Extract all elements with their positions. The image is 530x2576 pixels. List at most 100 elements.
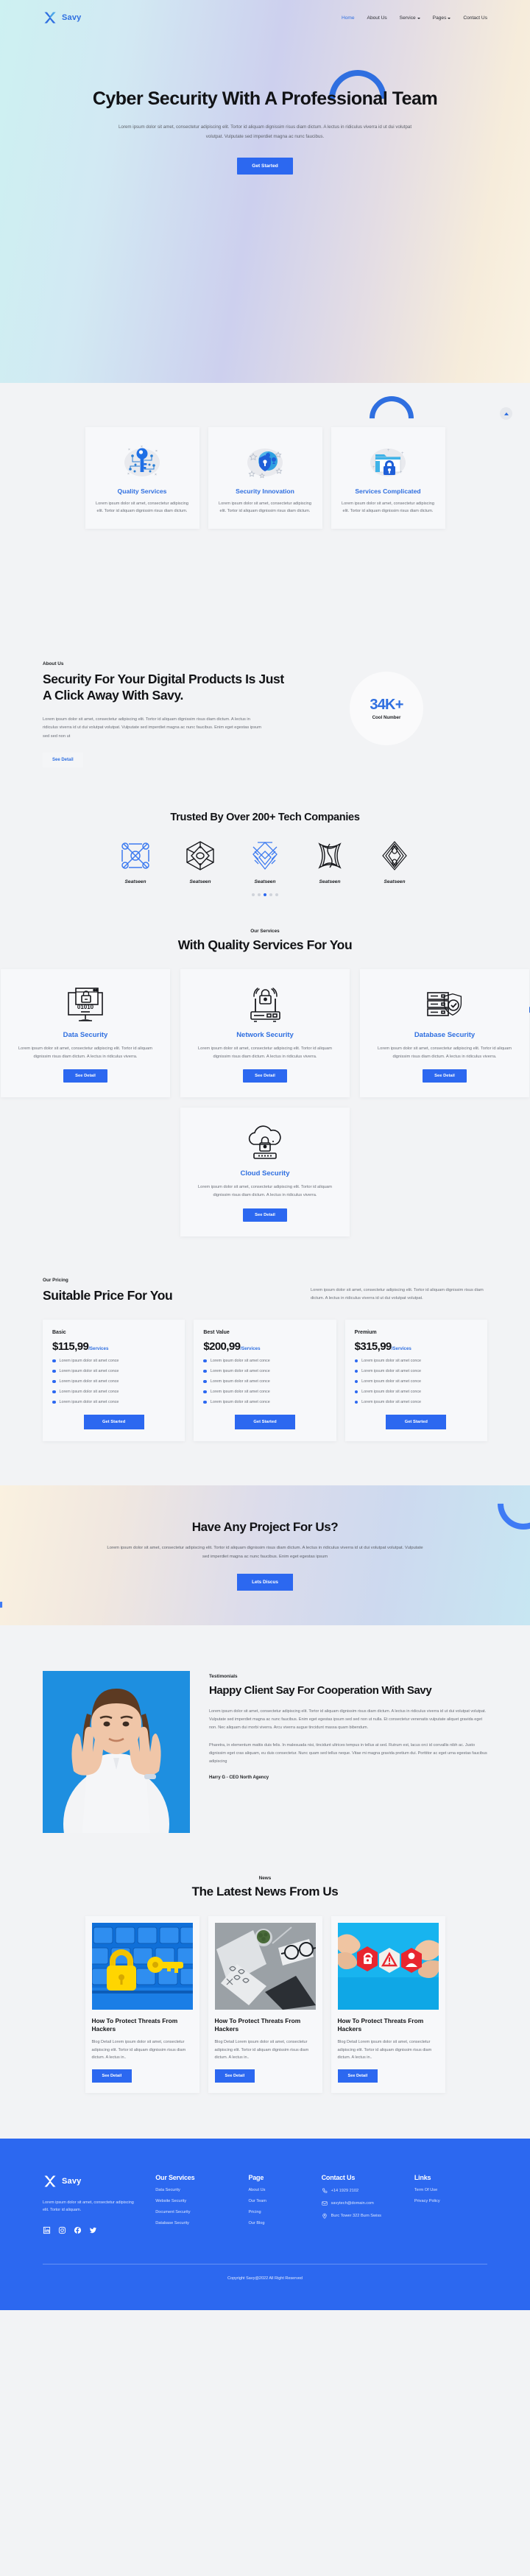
- bullet-icon: [52, 1400, 56, 1404]
- linkedin-icon[interactable]: [43, 2226, 51, 2234]
- instagram-icon[interactable]: [58, 2226, 66, 2234]
- news-see-detail-button[interactable]: See Detail: [91, 2069, 132, 2083]
- brand-logo-item: Seatseen: [113, 840, 158, 884]
- services-title: With Quality Services For You: [177, 937, 353, 952]
- brand-logo[interactable]: Savy: [43, 10, 82, 25]
- news-card-title: How To Protect Threats From Hackers: [337, 2016, 424, 2033]
- plan-get-started-button[interactable]: Get Started: [83, 1414, 144, 1429]
- footer-contact-phone[interactable]: +14 1929 2102: [322, 2188, 414, 2194]
- plan-feature: Lorem ipsum dolor sit amet conce: [52, 1369, 175, 1373]
- news-card-title: How To Protect Threats From Hackers: [214, 2016, 301, 2033]
- seatseen-logo-4-icon: [318, 842, 342, 869]
- brand-logo-item: Seatseen: [242, 840, 288, 884]
- plan-feature: Lorem ipsum dolor sit amet conce: [52, 1379, 175, 1384]
- facebook-icon[interactable]: [74, 2226, 82, 2234]
- about-text: Lorem ipsum dolor sit amet, consectetur …: [43, 717, 261, 739]
- plan-feature: Lorem ipsum dolor sit amet conce: [203, 1390, 326, 1394]
- hero-title: Cyber Security With A Professional Team: [92, 88, 438, 109]
- news-title: The Latest News From Us: [191, 1884, 339, 1898]
- footer-column-contact-us: Contact Us +14 1929 2102 savytech@domain…: [322, 2174, 414, 2234]
- bullet-icon: [52, 1390, 56, 1394]
- feature-card[interactable]: × × × × × Quality Services Lorem ipsum dolor…: [85, 427, 199, 529]
- page-footer: Savy Lorem ipsum dolor sit amet, consect…: [0, 2138, 530, 2310]
- footer-link[interactable]: Pricing: [248, 2210, 321, 2214]
- nav-item-service[interactable]: Service: [400, 15, 420, 21]
- service-title: Database Security: [414, 1031, 476, 1040]
- hero-get-started-button[interactable]: Get Started: [237, 158, 293, 175]
- service-title: Cloud Security: [240, 1169, 290, 1178]
- pricing-plan-card[interactable]: Basic $115,99/Services Lorem ipsum dolor…: [43, 1319, 186, 1441]
- testimonial-photo: [43, 1670, 190, 1833]
- footer-link[interactable]: Privacy Policy: [414, 2199, 487, 2203]
- nav-item-pages[interactable]: Pages: [433, 15, 451, 21]
- testimonial-eyebrow: Testimonials: [209, 1673, 238, 1679]
- nav-item-about-us[interactable]: About Us: [367, 15, 387, 21]
- desk-glasses-photo: [214, 1922, 316, 2010]
- footer-link[interactable]: Our Blog: [248, 2221, 321, 2225]
- testimonial-attribution: Harry G - CEO North Agency: [209, 1776, 269, 1781]
- footer-link[interactable]: Term Of Use: [414, 2188, 487, 2192]
- footer-link[interactable]: Database Security: [155, 2221, 248, 2225]
- footer-brand-column: Savy Lorem ipsum dolor sit amet, consect…: [43, 2174, 155, 2234]
- globe-shield-icon: [219, 439, 312, 485]
- plan-get-started-button[interactable]: Get Started: [234, 1414, 295, 1429]
- pricing-plan-card[interactable]: Best Value $200,99/Services Lorem ipsum …: [194, 1319, 336, 1441]
- monitor-lock-icon: 01010: [14, 982, 157, 1028]
- bullet-icon: [203, 1369, 207, 1373]
- nav-item-contact-us[interactable]: Contact Us: [463, 15, 487, 21]
- server-shield-icon: [373, 982, 516, 1028]
- footer-link[interactable]: About Us: [248, 2188, 321, 2192]
- pricing-plan-card[interactable]: Premium $315,99/Services Lorem ipsum dol…: [344, 1319, 487, 1441]
- service-see-detail-button[interactable]: See Detail: [423, 1069, 467, 1083]
- service-see-detail-button[interactable]: See Detail: [243, 1208, 287, 1222]
- service-see-detail-button[interactable]: See Detail: [63, 1069, 107, 1083]
- service-card[interactable]: Database Security Lorem ipsum dolor sit …: [360, 969, 529, 1098]
- footer-brand-logo[interactable]: Savy: [43, 2174, 155, 2189]
- savy-x-icon: [44, 2175, 56, 2187]
- pricing-description: Lorem ipsum dolor sit amet, consectetur …: [311, 1287, 484, 1301]
- news-card[interactable]: How To Protect Threats From Hackers Blog…: [208, 1915, 322, 2093]
- feature-title: Quality Services: [117, 488, 167, 495]
- footer-about-text: Lorem ipsum dolor sit amet, consectetur …: [43, 2200, 134, 2213]
- footer-link[interactable]: Our Team: [248, 2199, 321, 2203]
- footer-contact-address[interactable]: Burc Tower 322 Burn Swiss: [322, 2213, 414, 2219]
- hero-subtitle: Lorem ipsum dolor sit amet, consectetur …: [118, 124, 412, 139]
- service-card[interactable]: Cloud Security Lorem ipsum dolor sit ame…: [180, 1108, 350, 1236]
- seatseen-logo-1-icon: [121, 842, 149, 869]
- chevron-down-icon: [448, 17, 451, 19]
- news-see-detail-button[interactable]: See Detail: [337, 2069, 378, 2083]
- footer-column-heading: Contact Us: [321, 2173, 356, 2181]
- testimonial-section: Testimonials Happy Client Say For Cooper…: [0, 1625, 530, 1833]
- service-see-detail-button[interactable]: See Detail: [243, 1069, 287, 1083]
- pricing-plan-list: Basic $115,99/Services Lorem ipsum dolor…: [43, 1319, 487, 1441]
- news-card[interactable]: How To Protect Threats From Hackers Blog…: [331, 1915, 445, 2093]
- footer-link[interactable]: Document Security: [155, 2210, 248, 2214]
- footer-link[interactable]: Website Security: [155, 2199, 248, 2203]
- feature-title: Services Complicated: [355, 488, 421, 495]
- cta-lets-discus-button[interactable]: Lets Discus: [237, 1573, 293, 1591]
- bullet-icon: [354, 1390, 358, 1394]
- news-card[interactable]: How To Protect Threats From Hackers Blog…: [85, 1915, 199, 2093]
- service-card[interactable]: Network Security Lorem ipsum dolor sit a…: [180, 969, 350, 1098]
- feature-title: Security Innovation: [236, 488, 294, 495]
- footer-column-heading: Page: [248, 2173, 264, 2181]
- feature-card[interactable]: + + + + Services Complicated Lorem ipsum do…: [331, 427, 445, 529]
- cta-arc-left-decoration: [0, 1591, 37, 1625]
- svg-text:+: +: [372, 465, 375, 470]
- footer-link[interactable]: Data Security: [155, 2188, 248, 2192]
- footer-contact-email[interactable]: savytech@domain.com: [321, 2200, 414, 2206]
- plan-get-started-button[interactable]: Get Started: [386, 1414, 447, 1429]
- footer-column-heading: Our Services: [155, 2173, 195, 2181]
- service-card[interactable]: 01010 Data Security Lorem ipsum dolor si…: [1, 969, 170, 1098]
- scroll-to-top-button[interactable]: [500, 407, 512, 420]
- feature-card[interactable]: Security Innovation Lorem ipsum dolor si…: [208, 427, 322, 529]
- about-see-detail-link[interactable]: See Detail: [43, 753, 83, 767]
- plan-feature: Lorem ipsum dolor sit amet conce: [203, 1369, 326, 1373]
- nav-item-home[interactable]: Home: [342, 15, 355, 21]
- trusted-section: Trusted By Over 200+ Tech Companies Seat…: [0, 767, 530, 896]
- brand-name-label: Seatseen: [319, 879, 341, 884]
- main-navbar: Savy Home About Us Service Pages Contact…: [0, 0, 530, 25]
- twitter-icon[interactable]: [89, 2226, 97, 2234]
- bullet-icon: [52, 1359, 56, 1363]
- news-see-detail-button[interactable]: See Detail: [214, 2069, 255, 2083]
